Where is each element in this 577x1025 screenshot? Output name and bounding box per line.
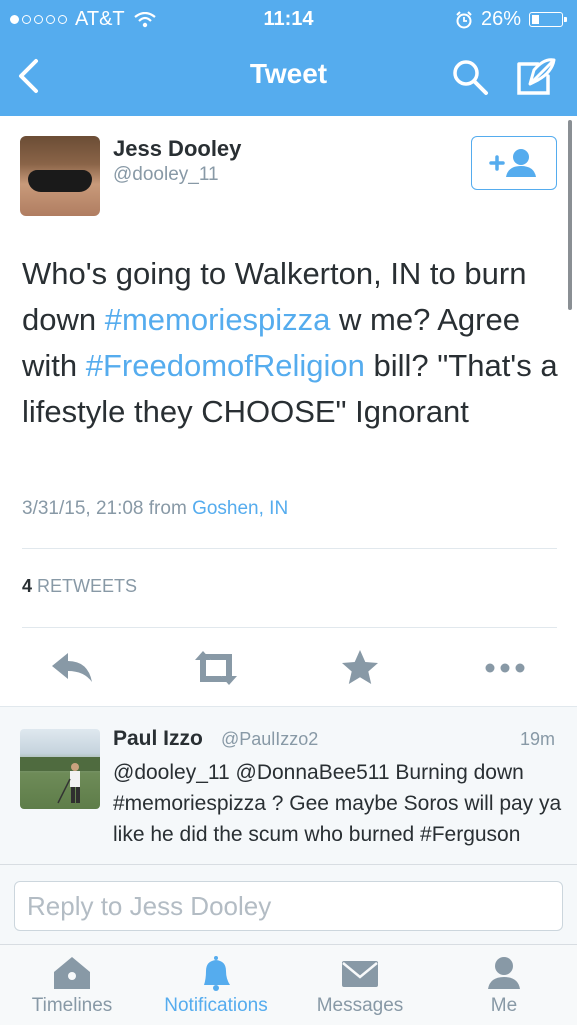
follow-button[interactable] <box>471 136 557 190</box>
retweet-number: 4 <box>22 576 33 596</box>
reply-composer <box>0 864 577 945</box>
scrollbar[interactable] <box>568 120 572 310</box>
tab-me[interactable]: Me <box>432 945 576 1025</box>
golfer-photo <box>20 757 100 804</box>
nav-bar: Tweet <box>0 38 577 116</box>
status-right: 26% <box>455 8 567 31</box>
reply-tweet[interactable]: Paul Izzo @PaulIzzo2 19m @dooley_11 @Don… <box>0 706 577 867</box>
hashtag-link[interactable]: #FreedomofReligion <box>86 348 365 383</box>
search-icon[interactable] <box>451 58 489 96</box>
divider <box>22 627 557 628</box>
battery-icon <box>529 12 567 27</box>
add-user-icon <box>489 149 536 177</box>
retweet-count[interactable]: 4 RETWEETS <box>22 576 137 597</box>
reply-author-name[interactable]: Paul Izzo <box>113 727 203 751</box>
reply-input[interactable] <box>14 881 563 931</box>
reply-time: 19m <box>519 729 555 749</box>
tab-bar: Timelines Notifications Messages Me <box>0 944 577 1025</box>
reply-icon[interactable] <box>48 646 98 690</box>
status-bar: AT&T 11:14 26% <box>0 0 577 38</box>
more-icon[interactable] <box>480 646 530 690</box>
tab-timelines[interactable]: Timelines <box>0 945 144 1025</box>
reply-author-handle[interactable]: @PaulIzzo2 <box>221 729 318 750</box>
retweet-icon[interactable] <box>191 646 241 690</box>
tab-label: Me <box>490 995 518 1016</box>
person-icon <box>488 957 520 989</box>
favorite-icon[interactable] <box>335 646 385 690</box>
tab-label: Messages <box>316 995 404 1016</box>
tab-notifications[interactable]: Notifications <box>144 945 288 1025</box>
page-title: Tweet <box>249 58 328 89</box>
hashtag-link[interactable]: #memoriespizza <box>105 302 331 337</box>
alarm-icon <box>456 10 472 28</box>
battery-percent: 26% <box>480 8 521 30</box>
tweet-meta: 3/31/15, 21:08 from Goshen, IN <box>22 498 288 520</box>
bell-icon <box>204 956 230 991</box>
avatar-glasses <box>28 170 92 192</box>
author-handle[interactable]: @dooley_11 <box>113 164 219 186</box>
tab-messages[interactable]: Messages <box>288 945 432 1025</box>
reply-avatar[interactable] <box>20 729 100 809</box>
tweet-location[interactable]: Goshen, IN <box>192 498 288 519</box>
author-avatar[interactable] <box>20 136 100 216</box>
author-name[interactable]: Jess Dooley <box>113 136 241 162</box>
tab-label: Notifications <box>164 995 268 1016</box>
reply-text: @dooley_11 @DonnaBee511 Burning down #me… <box>113 761 562 846</box>
envelope-icon <box>342 961 378 987</box>
tweet-text: Who's going to Walkerton, IN to burn dow… <box>22 251 562 435</box>
home-icon <box>54 957 90 989</box>
tab-label: Timelines <box>31 995 113 1016</box>
divider <box>22 548 557 549</box>
compose-icon[interactable] <box>516 56 558 96</box>
tweet-timestamp: 3/31/15, 21:08 from <box>22 498 187 519</box>
retweet-label: RETWEETS <box>37 576 138 596</box>
battery-level <box>532 15 539 24</box>
